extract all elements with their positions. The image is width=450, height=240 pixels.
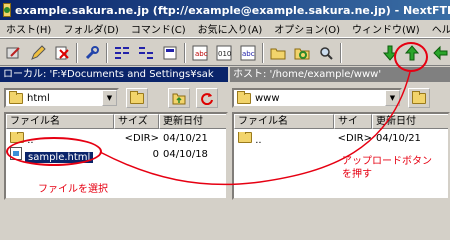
select-file-note: ファイルを選択 <box>38 184 108 195</box>
annotation-connector <box>99 71 411 186</box>
press-upload-note-line2: を押す <box>342 169 372 180</box>
